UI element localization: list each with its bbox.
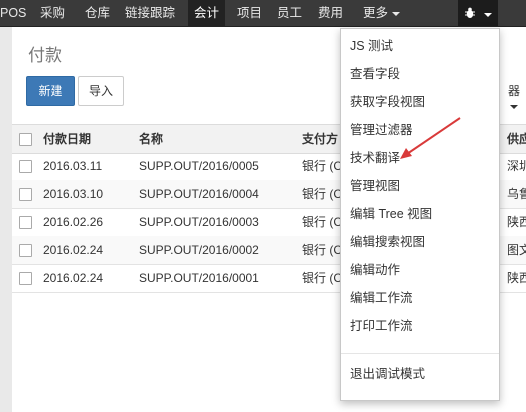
debug-dropdown-menu: JS 测试 查看字段 获取字段视图 管理过滤器 技术翻译 管理视图 编辑 Tre… [340, 28, 500, 401]
row-supplier: 深圳- [507, 159, 526, 173]
filter-label: 器 [508, 84, 521, 98]
row-name: SUPP.OUT/2016/0005 [139, 159, 259, 173]
row-date: 2016.02.26 [43, 215, 104, 229]
column-header-supplier[interactable]: 供应商 [507, 125, 526, 153]
menu-item-edit-tree-view[interactable]: 编辑 Tree 视图 [350, 202, 495, 226]
row-name: SUPP.OUT/2016/0002 [139, 243, 259, 257]
row-supplier: 陕西纟 [507, 215, 526, 229]
nav-accounting[interactable]: 会计 [188, 0, 226, 26]
row-supplier: 陕西纟 [507, 271, 526, 285]
debug-menu-button[interactable] [458, 0, 498, 26]
row-supplier: 图文情 [507, 243, 526, 257]
nav-link-tracking[interactable]: 链接跟踪 [125, 0, 175, 26]
row-date: 2016.02.24 [43, 271, 104, 285]
menu-item-view-fields[interactable]: 查看字段 [350, 62, 495, 86]
chevron-down-icon [483, 12, 492, 17]
row-date: 2016.03.11 [43, 159, 103, 173]
chevron-down-icon [392, 11, 401, 16]
menu-divider [341, 353, 499, 354]
nav-project[interactable]: 项目 [237, 0, 262, 26]
menu-item-edit-workflow[interactable]: 编辑工作流 [350, 286, 495, 310]
column-header-name[interactable]: 名称 [139, 125, 299, 153]
nav-expenses[interactable]: 费用 [318, 0, 343, 26]
row-checkbox[interactable] [19, 244, 32, 257]
chevron-down-icon [510, 104, 518, 109]
menu-item-manage-views[interactable]: 管理视图 [350, 174, 495, 198]
menu-item-edit-action[interactable]: 编辑动作 [350, 258, 495, 282]
nav-more[interactable]: 更多 [363, 0, 401, 26]
menu-item-fields-view-get[interactable]: 获取字段视图 [350, 90, 495, 114]
annotation-arrow-icon [400, 117, 461, 159]
new-button[interactable]: 新建 [26, 76, 75, 106]
page-title: 付款 [28, 46, 62, 65]
row-name: SUPP.OUT/2016/0001 [139, 271, 259, 285]
import-button[interactable]: 导入 [78, 76, 124, 106]
row-date: 2016.02.24 [43, 243, 104, 257]
column-header-date[interactable]: 付款日期 [43, 125, 133, 153]
menu-item-print-workflow[interactable]: 打印工作流 [350, 314, 495, 338]
select-all-checkbox[interactable] [19, 133, 32, 146]
row-checkbox[interactable] [19, 216, 32, 229]
row-name: SUPP.OUT/2016/0004 [139, 187, 259, 201]
nav-purchase[interactable]: 采购 [40, 0, 65, 26]
row-date: 2016.03.10 [43, 187, 104, 201]
bug-icon [464, 5, 480, 21]
filter-dropdown[interactable]: 器 [508, 82, 526, 113]
row-checkbox[interactable] [19, 272, 32, 285]
menu-item-exit-debug[interactable]: 退出调试模式 [350, 362, 495, 386]
row-checkbox[interactable] [19, 160, 32, 173]
nav-more-label: 更多 [363, 6, 389, 20]
nav-pos[interactable]: POS [0, 0, 26, 26]
row-name: SUPP.OUT/2016/0003 [139, 215, 259, 229]
nav-inventory[interactable]: 仓库 [85, 0, 110, 26]
menu-item-edit-search-view[interactable]: 编辑搜索视图 [350, 230, 495, 254]
row-checkbox[interactable] [19, 188, 32, 201]
row-supplier: 乌鲁木 [507, 187, 526, 201]
top-navbar: POS 采购 仓库 链接跟踪 会计 项目 员工 费用 更多 [0, 0, 526, 27]
menu-item-js-test[interactable]: JS 测试 [350, 34, 495, 58]
nav-employees[interactable]: 员工 [277, 0, 302, 26]
